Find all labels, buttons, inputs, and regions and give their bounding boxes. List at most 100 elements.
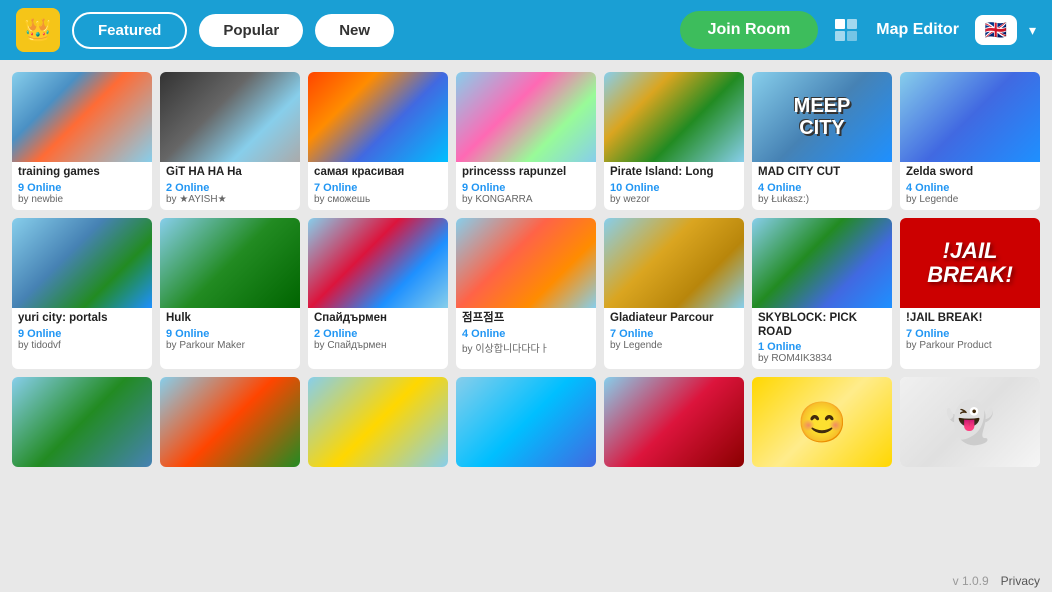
game-thumbnail: !JAILBREAK! (900, 218, 1040, 308)
game-thumbnail (456, 218, 596, 308)
game-card[interactable]: Gladiateur Parcour 7 Online by Legende (604, 218, 744, 370)
online-count: 1 Online (758, 341, 886, 353)
game-card[interactable]: yuri city: portals 9 Online by tidodvf (12, 218, 152, 370)
game-author: by Спайдърмен (314, 340, 442, 351)
game-info: 점프점프 4 Online by 이상합니다다다ㅏ (456, 308, 596, 360)
game-card[interactable]: training games 9 Online by newbie (12, 72, 152, 210)
game-author: by ROM4IK3834 (758, 353, 886, 364)
online-count: 9 Online (462, 182, 590, 194)
flag-icon: 🇬🇧 (985, 20, 1007, 41)
privacy-link[interactable]: Privacy (1001, 574, 1040, 588)
game-title: Спайдърмен (314, 312, 442, 326)
online-count: 9 Online (18, 182, 146, 194)
game-title: SKYBLOCK: PICK ROAD (758, 312, 886, 340)
game-info: SKYBLOCK: PICK ROAD 1 Online by ROM4IK38… (752, 308, 892, 370)
game-author: by Legende (610, 340, 738, 351)
game-card[interactable]: 점프점프 4 Online by 이상합니다다다ㅏ (456, 218, 596, 370)
game-info: Pirate Island: Long 10 Online by wezor (604, 162, 744, 210)
game-author: by сможешь (314, 194, 442, 205)
game-card[interactable]: самая красивая 7 Online by сможешь (308, 72, 448, 210)
game-author: by Łukasz:) (758, 194, 886, 205)
game-card[interactable]: MEEPCITY MAD CITY CUT 4 Online by Łukasz… (752, 72, 892, 210)
game-info: !JAIL BREAK! 7 Online by Parkour Product (900, 308, 1040, 356)
online-count: 7 Online (906, 328, 1034, 340)
game-title: самая красивая (314, 166, 442, 180)
game-card[interactable] (604, 377, 744, 467)
game-thumbnail (12, 377, 152, 467)
game-author: by Parkour Product (906, 340, 1034, 351)
game-info: yuri city: portals 9 Online by tidodvf (12, 308, 152, 356)
game-title: training games (18, 166, 146, 180)
online-count: 10 Online (610, 182, 738, 194)
game-thumbnail (160, 218, 300, 308)
game-info: Gladiateur Parcour 7 Online by Legende (604, 308, 744, 356)
game-thumbnail (160, 72, 300, 162)
game-card[interactable] (12, 377, 152, 467)
game-title: GiT HA HA Ha (166, 166, 294, 180)
game-thumbnail (752, 218, 892, 308)
game-author: by KONGARRA (462, 194, 590, 205)
game-card[interactable]: !JAILBREAK! !JAIL BREAK! 7 Online by Par… (900, 218, 1040, 370)
featured-nav-button[interactable]: Featured (72, 12, 187, 49)
game-card[interactable] (308, 377, 448, 467)
game-thumbnail (308, 72, 448, 162)
game-card[interactable]: SKYBLOCK: PICK ROAD 1 Online by ROM4IK38… (752, 218, 892, 370)
game-author: by Legende (906, 194, 1034, 205)
smiley-icon: 😊 (797, 399, 847, 446)
game-info: princesss rapunzel 9 Online by KONGARRA (456, 162, 596, 210)
game-card[interactable] (456, 377, 596, 467)
game-card[interactable]: Pirate Island: Long 10 Online by wezor (604, 72, 744, 210)
game-thumbnail (456, 72, 596, 162)
game-card[interactable]: GiT HA HA Ha 2 Online by ★AYISH★ (160, 72, 300, 210)
game-thumbnail (12, 218, 152, 308)
map-editor-area[interactable]: Map Editor (830, 12, 959, 48)
ghost-icon: 👻 (945, 399, 995, 446)
game-thumbnail (160, 377, 300, 467)
game-author: by 이상합니다다다ㅏ (462, 340, 590, 355)
game-card[interactable]: 👻 (900, 377, 1040, 467)
game-thumbnail: 👻 (900, 377, 1040, 467)
game-card[interactable]: 😊 (752, 377, 892, 467)
game-card[interactable]: princesss rapunzel 9 Online by KONGARRA (456, 72, 596, 210)
content-area: training games 9 Online by newbie GiT HA… (0, 60, 1052, 592)
crown-icon: 👑 (24, 17, 51, 43)
online-count: 7 Online (610, 328, 738, 340)
meep-city-text: MEEPCITY (794, 95, 851, 139)
new-nav-button[interactable]: New (315, 14, 394, 47)
game-card[interactable]: Hulk 9 Online by Parkour Maker (160, 218, 300, 370)
game-card[interactable] (160, 377, 300, 467)
game-title: Pirate Island: Long (610, 166, 738, 180)
jail-text: !JAILBREAK! (927, 239, 1013, 287)
popular-nav-button[interactable]: Popular (199, 14, 303, 47)
map-editor-icon (830, 12, 866, 48)
join-room-button[interactable]: Join Room (680, 11, 819, 49)
online-count: 7 Online (314, 182, 442, 194)
crown-logo[interactable]: 👑 (16, 8, 60, 52)
online-count: 2 Online (314, 328, 442, 340)
game-info: training games 9 Online by newbie (12, 162, 152, 210)
header: 👑 Featured Popular New Join Room Map Edi… (0, 0, 1052, 60)
game-thumbnail (604, 72, 744, 162)
game-thumbnail (308, 218, 448, 308)
game-title: princesss rapunzel (462, 166, 590, 180)
version-text: v 1.0.9 (953, 574, 989, 588)
game-author: by ★AYISH★ (166, 194, 294, 205)
game-card[interactable]: Zelda sword 4 Online by Legende (900, 72, 1040, 210)
game-title: Gladiateur Parcour (610, 312, 738, 326)
game-info: MAD CITY CUT 4 Online by Łukasz:) (752, 162, 892, 210)
online-count: 2 Online (166, 182, 294, 194)
language-button[interactable]: 🇬🇧 (975, 15, 1017, 45)
game-title: Hulk (166, 312, 294, 326)
game-info: Zelda sword 4 Online by Legende (900, 162, 1040, 210)
game-title: MAD CITY CUT (758, 166, 886, 180)
game-title: 점프점프 (462, 312, 590, 326)
game-card[interactable]: Спайдърмен 2 Online by Спайдърмен (308, 218, 448, 370)
game-thumbnail: MEEPCITY (752, 72, 892, 162)
game-info: GiT HA HA Ha 2 Online by ★AYISH★ (160, 162, 300, 210)
map-editor-label: Map Editor (876, 21, 959, 39)
language-dropdown-arrow[interactable]: ▾ (1029, 22, 1036, 39)
game-author: by wezor (610, 194, 738, 205)
game-thumbnail (308, 377, 448, 467)
game-author: by Parkour Maker (166, 340, 294, 351)
game-title: !JAIL BREAK! (906, 312, 1034, 326)
